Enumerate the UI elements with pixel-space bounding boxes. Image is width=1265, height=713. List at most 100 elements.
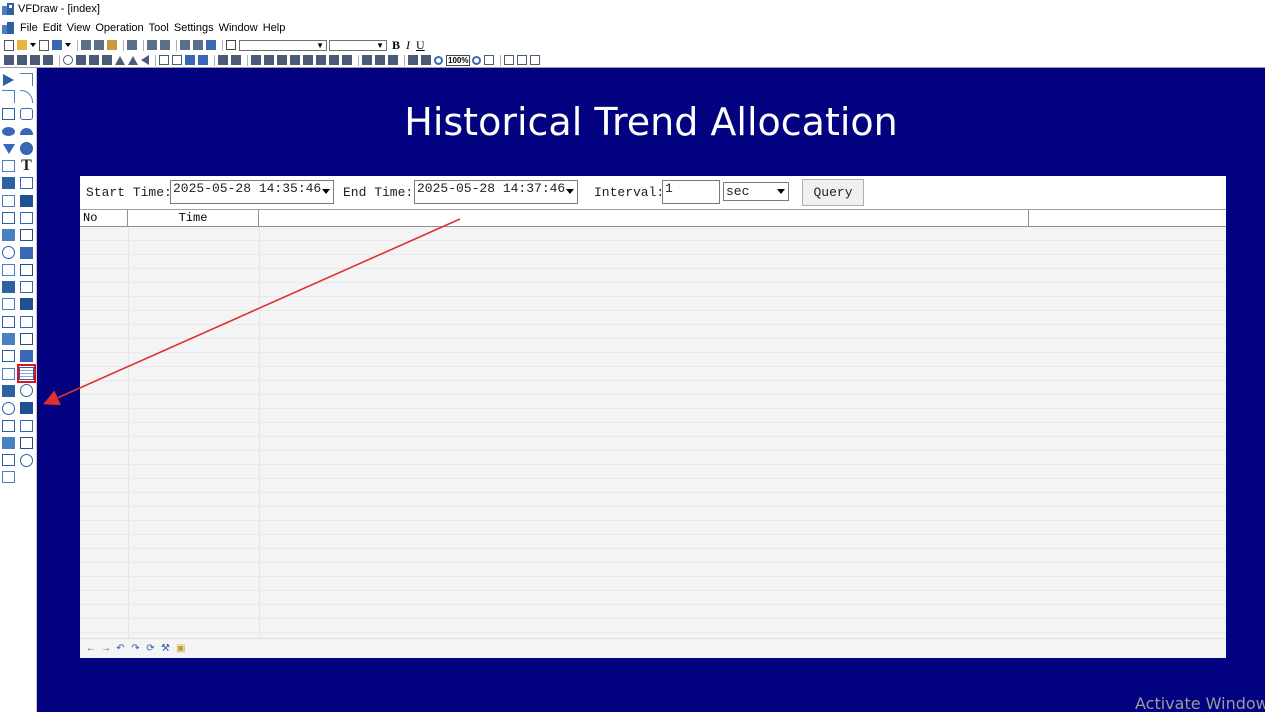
half-ellipse-icon[interactable]: [19, 124, 34, 139]
properties-icon[interactable]: [530, 55, 541, 65]
hexagon-icon[interactable]: [19, 141, 34, 156]
table-body[interactable]: [80, 227, 1226, 638]
list-icon[interactable]: [19, 228, 34, 243]
collapse-icon[interactable]: [517, 55, 528, 65]
window-icon[interactable]: [159, 55, 169, 65]
arrow-left-icon[interactable]: ←: [86, 643, 96, 654]
menu-tool[interactable]: Tool: [149, 22, 169, 34]
report-icon[interactable]: [1, 349, 16, 364]
page-icon[interactable]: [127, 40, 137, 50]
monitor-icon[interactable]: [206, 40, 216, 50]
gauge-icon[interactable]: [19, 383, 34, 398]
rounded-rectangle-icon[interactable]: [19, 107, 34, 122]
refresh-icon[interactable]: ⟳: [146, 643, 155, 654]
flip-icon[interactable]: [76, 55, 86, 65]
same-height-icon[interactable]: [388, 55, 398, 65]
pie-chart-icon[interactable]: [1, 401, 16, 416]
pointer-icon[interactable]: [1, 72, 16, 87]
trend-icon[interactable]: [19, 245, 34, 260]
input-field-icon[interactable]: [1, 228, 16, 243]
ungroup-icon[interactable]: [102, 55, 112, 65]
triangle-icon[interactable]: [115, 55, 125, 65]
distribute-icon[interactable]: [316, 55, 326, 65]
bring-front-icon[interactable]: [30, 55, 40, 65]
grid-icon[interactable]: [1, 193, 16, 208]
menu-view[interactable]: View: [67, 22, 91, 34]
align-middle-icon[interactable]: [264, 55, 274, 65]
column-header-no[interactable]: No: [80, 210, 128, 226]
gear-icon[interactable]: [19, 176, 34, 191]
history-trend-table[interactable]: Start Time: 2025-05-28 14:35:46 End Time…: [80, 176, 1226, 658]
table-icon[interactable]: [1, 332, 16, 347]
spacing-icon[interactable]: [408, 55, 418, 65]
query-button[interactable]: Query: [802, 179, 864, 206]
redo-icon[interactable]: ↷: [131, 643, 140, 654]
edit-icon[interactable]: [19, 418, 34, 433]
send-back-icon[interactable]: [43, 55, 53, 65]
menu-edit[interactable]: Edit: [43, 22, 62, 34]
group-icon[interactable]: [89, 55, 99, 65]
qr-code-icon[interactable]: [1, 470, 16, 485]
layer-icon[interactable]: [160, 40, 170, 50]
download-icon[interactable]: [193, 40, 203, 50]
cut-icon[interactable]: [81, 40, 91, 50]
font-size-select[interactable]: ▼: [329, 39, 387, 51]
italic-button[interactable]: I: [406, 38, 410, 53]
camera-icon[interactable]: [1, 366, 16, 381]
copy-icon[interactable]: [94, 40, 104, 50]
pipe-icon[interactable]: [19, 280, 34, 295]
same-size-icon[interactable]: [362, 55, 372, 65]
slider-icon[interactable]: [19, 332, 34, 347]
history-trend-icon[interactable]: [17, 364, 36, 384]
menu-settings[interactable]: Settings: [174, 22, 214, 34]
fit-icon[interactable]: [484, 55, 495, 65]
expand-icon[interactable]: [504, 55, 515, 65]
menu-help[interactable]: Help: [263, 22, 286, 34]
line-chart-icon[interactable]: [1, 453, 16, 468]
clipboard-icon[interactable]: [1, 435, 16, 450]
distribute-icon[interactable]: [342, 55, 352, 65]
arc-icon[interactable]: [19, 89, 34, 104]
distribute-icon[interactable]: [303, 55, 313, 65]
distribute-icon[interactable]: [329, 55, 339, 65]
menu-file[interactable]: File: [20, 22, 38, 34]
gif-icon[interactable]: [1, 383, 16, 398]
column-header-value[interactable]: [259, 210, 1029, 226]
new-file-icon[interactable]: [4, 39, 14, 51]
align-center-icon[interactable]: [290, 55, 300, 65]
browser-icon[interactable]: [19, 453, 34, 468]
save-all-icon[interactable]: [52, 40, 62, 50]
design-canvas[interactable]: Historical Trend Allocation Start Time: …: [37, 68, 1265, 712]
align-right-icon[interactable]: [231, 55, 241, 65]
combobox-icon[interactable]: [1, 297, 16, 312]
bold-button[interactable]: B: [392, 38, 400, 53]
align-top-icon[interactable]: [251, 55, 261, 65]
screen-icon[interactable]: [226, 40, 236, 50]
interval-unit-select[interactable]: sec: [723, 182, 789, 201]
interval-input[interactable]: 1: [662, 180, 720, 204]
rotate-icon[interactable]: [63, 55, 73, 65]
font-family-select[interactable]: ▼: [239, 39, 327, 51]
end-time-picker[interactable]: 2025-05-28 14:37:46: [414, 180, 578, 204]
paste-icon[interactable]: [107, 40, 117, 50]
alarm-bell-icon[interactable]: [1, 280, 16, 295]
run-icon[interactable]: [180, 40, 190, 50]
schedule-icon[interactable]: [19, 349, 34, 364]
polyline-icon[interactable]: [1, 89, 16, 104]
tree-icon[interactable]: [1, 314, 16, 329]
window-icon[interactable]: [172, 55, 182, 65]
checkbox-icon[interactable]: [19, 210, 34, 225]
zoom-in-icon[interactable]: [472, 55, 482, 65]
undo-icon[interactable]: ↶: [116, 643, 125, 654]
bar-chart-icon[interactable]: [1, 418, 16, 433]
open-folder-icon[interactable]: [17, 40, 27, 50]
column-header-time[interactable]: Time: [128, 210, 259, 226]
column-header-extra[interactable]: [1029, 210, 1226, 226]
database-icon[interactable]: [19, 401, 34, 416]
wrench-icon[interactable]: ⚒: [161, 643, 170, 654]
align-left-icon[interactable]: [218, 55, 228, 65]
start-time-picker[interactable]: 2025-05-28 14:35:46: [170, 180, 334, 204]
cursor-icon[interactable]: [19, 193, 34, 208]
chevron-down-icon[interactable]: [322, 189, 330, 194]
line-icon[interactable]: [19, 72, 34, 87]
